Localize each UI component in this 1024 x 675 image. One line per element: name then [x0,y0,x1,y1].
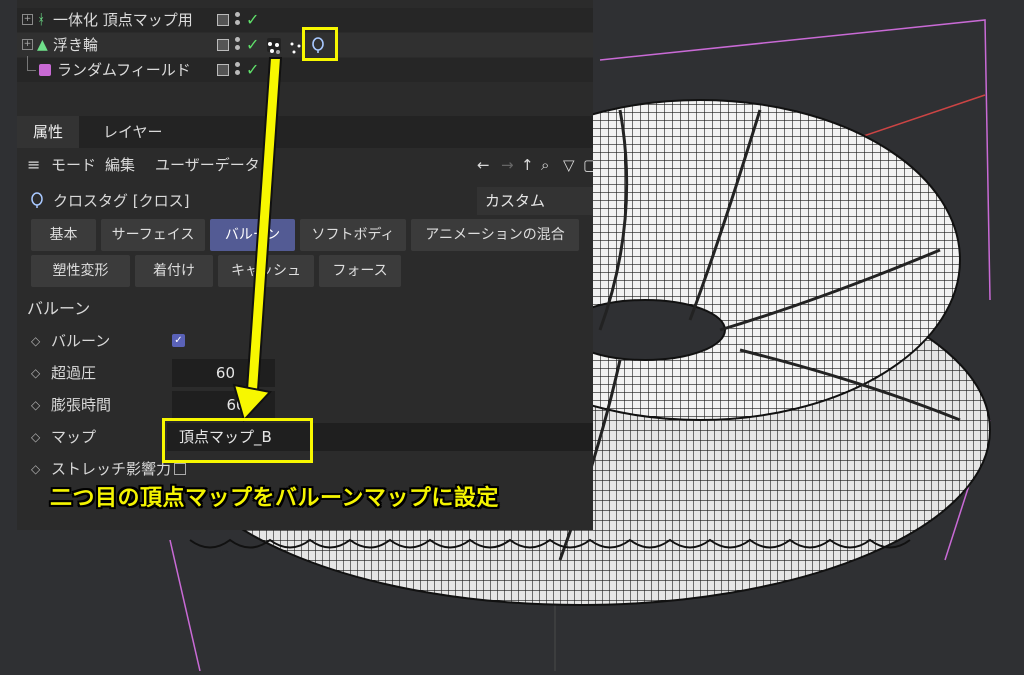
highlight-box-cloth-tag [302,27,338,61]
annotation-arrow [232,57,283,422]
caption-text: 二つ目の頂点マップをバルーンマップに設定 [50,486,499,511]
highlight-box-map-field [162,418,313,463]
